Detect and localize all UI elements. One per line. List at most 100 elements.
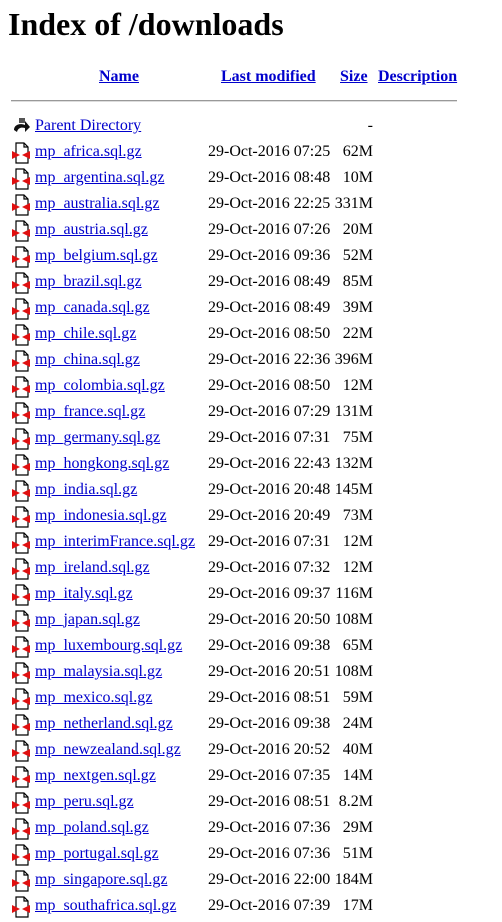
file-link[interactable]: mp_malaysia.sql.gz xyxy=(35,662,162,682)
file-link[interactable]: mp_colombia.sql.gz xyxy=(35,376,165,396)
file-date: 29-Oct-2016 07:32 xyxy=(208,559,331,576)
file-link[interactable]: mp_newzealand.sql.gz xyxy=(35,740,181,760)
file-link[interactable]: mp_argentina.sql.gz xyxy=(35,168,164,188)
file-link[interactable]: mp_singapore.sql.gz xyxy=(35,870,167,890)
parent-directory-link[interactable]: Parent Directory xyxy=(35,116,141,136)
file-date: 29-Oct-2016 20:51 xyxy=(208,663,331,680)
compressed-file-icon xyxy=(12,350,30,372)
file-link[interactable]: mp_brazil.sql.gz xyxy=(35,272,142,292)
file-link[interactable]: mp_china.sql.gz xyxy=(35,350,140,370)
file-link[interactable]: mp_italy.sql.gz xyxy=(35,584,133,604)
file-row: mp_argentina.sql.gz 29-Oct-2016 08:48 10M xyxy=(0,168,502,194)
file-size: 52M xyxy=(342,247,373,264)
file-date: 29-Oct-2016 07:36 xyxy=(208,845,331,862)
file-size: 184M xyxy=(334,871,373,888)
file-row: mp_luxembourg.sql.gz 29-Oct-2016 09:38 65M xyxy=(0,636,502,662)
file-link[interactable]: mp_interimFrance.sql.gz xyxy=(35,532,195,552)
file-date: 29-Oct-2016 07:25 xyxy=(208,143,331,160)
file-link[interactable]: mp_australia.sql.gz xyxy=(35,194,159,214)
file-link[interactable]: mp_canada.sql.gz xyxy=(35,298,150,318)
compressed-file-icon xyxy=(12,818,30,840)
compressed-file-icon xyxy=(12,558,30,580)
file-link[interactable]: mp_ireland.sql.gz xyxy=(35,558,150,578)
compressed-file-icon xyxy=(12,480,30,502)
compressed-file-icon xyxy=(12,298,30,320)
sort-by-description-link[interactable]: Description xyxy=(378,67,457,87)
file-link[interactable]: mp_hongkong.sql.gz xyxy=(35,454,169,474)
compressed-file-icon xyxy=(12,532,30,554)
file-date: 29-Oct-2016 07:26 xyxy=(208,221,331,238)
sort-by-size-link[interactable]: Size xyxy=(340,67,368,87)
compressed-file-icon xyxy=(12,168,30,190)
file-link[interactable]: mp_portugal.sql.gz xyxy=(35,844,159,864)
file-date: 29-Oct-2016 20:49 xyxy=(208,507,331,524)
file-row: mp_southafrica.sql.gz 29-Oct-2016 07:39 17… xyxy=(0,896,502,922)
file-size: 17M xyxy=(342,897,373,914)
file-size: 29M xyxy=(342,819,373,836)
file-link[interactable]: mp_chile.sql.gz xyxy=(35,324,136,344)
file-link[interactable]: mp_nextgen.sql.gz xyxy=(35,766,156,786)
file-link[interactable]: mp_japan.sql.gz xyxy=(35,610,140,630)
file-date: 29-Oct-2016 07:31 xyxy=(208,533,331,550)
file-link[interactable]: mp_austria.sql.gz xyxy=(35,220,148,240)
file-row: mp_ireland.sql.gz 29-Oct-2016 07:32 12M xyxy=(0,558,502,584)
file-date: 29-Oct-2016 08:51 xyxy=(208,689,331,706)
file-link[interactable]: mp_belgium.sql.gz xyxy=(35,246,158,266)
file-link[interactable]: mp_poland.sql.gz xyxy=(35,818,149,838)
file-link[interactable]: mp_indonesia.sql.gz xyxy=(35,506,167,526)
file-row: mp_netherland.sql.gz 29-Oct-2016 09:38 24M xyxy=(0,714,502,740)
compressed-file-icon xyxy=(12,142,30,164)
file-link[interactable]: mp_france.sql.gz xyxy=(35,402,145,422)
file-row: mp_newzealand.sql.gz 29-Oct-2016 20:52 40M xyxy=(0,740,502,766)
file-link[interactable]: mp_netherland.sql.gz xyxy=(35,714,173,734)
file-link[interactable]: mp_germany.sql.gz xyxy=(35,428,160,448)
compressed-file-icon xyxy=(12,844,30,866)
file-row: mp_interimFrance.sql.gz 29-Oct-2016 07:31… xyxy=(0,532,502,558)
compressed-file-icon xyxy=(12,272,30,294)
file-row: mp_germany.sql.gz 29-Oct-2016 07:31 75M xyxy=(0,428,502,454)
file-link[interactable]: mp_africa.sql.gz xyxy=(35,142,142,162)
file-date: 29-Oct-2016 09:38 xyxy=(208,715,331,732)
file-row: mp_malaysia.sql.gz 29-Oct-2016 20:51 108M xyxy=(0,662,502,688)
file-size: 12M xyxy=(342,533,373,550)
compressed-file-icon xyxy=(12,688,30,710)
file-date: 29-Oct-2016 09:36 xyxy=(208,247,331,264)
file-size: 131M xyxy=(334,403,373,420)
file-date: 29-Oct-2016 07:39 xyxy=(208,897,331,914)
sort-by-name-link[interactable]: Name xyxy=(99,67,139,87)
file-date: 29-Oct-2016 22:36 xyxy=(208,351,331,368)
file-link[interactable]: mp_southafrica.sql.gz xyxy=(35,896,176,916)
file-date: 29-Oct-2016 22:25 xyxy=(208,195,331,212)
file-size: 12M xyxy=(342,559,373,576)
compressed-file-icon xyxy=(12,324,30,346)
parent-size: - xyxy=(367,117,373,134)
compressed-file-icon xyxy=(12,792,30,814)
file-row: mp_chile.sql.gz 29-Oct-2016 08:50 22M xyxy=(0,324,502,350)
file-link[interactable]: mp_mexico.sql.gz xyxy=(35,688,152,708)
file-size: 65M xyxy=(342,637,373,654)
file-row: mp_hongkong.sql.gz 29-Oct-2016 22:43 132M xyxy=(0,454,502,480)
compressed-file-icon xyxy=(12,714,30,736)
file-size: 24M xyxy=(342,715,373,732)
file-size: 75M xyxy=(342,429,373,446)
file-link[interactable]: mp_luxembourg.sql.gz xyxy=(35,636,182,656)
file-row: mp_india.sql.gz 29-Oct-2016 20:48 145M xyxy=(0,480,502,506)
file-link[interactable]: mp_india.sql.gz xyxy=(35,480,137,500)
file-row: mp_belgium.sql.gz 29-Oct-2016 09:36 52M xyxy=(0,246,502,272)
file-link[interactable]: mp_peru.sql.gz xyxy=(35,792,134,812)
file-date: 29-Oct-2016 09:38 xyxy=(208,637,331,654)
file-date: 29-Oct-2016 09:37 xyxy=(208,585,331,602)
file-date: 29-Oct-2016 07:35 xyxy=(208,767,331,784)
header-divider xyxy=(11,100,457,102)
file-size: 108M xyxy=(334,663,373,680)
file-size: 396M xyxy=(334,351,373,368)
compressed-file-icon xyxy=(12,636,30,658)
file-size: 132M xyxy=(334,455,373,472)
file-size: 108M xyxy=(334,611,373,628)
compressed-file-icon xyxy=(12,740,30,762)
sort-by-last-modified-link[interactable]: Last modified xyxy=(221,67,316,87)
compressed-file-icon xyxy=(12,610,30,632)
file-size: 116M xyxy=(335,585,373,602)
file-row: mp_peru.sql.gz 29-Oct-2016 08:51 8.2M xyxy=(0,792,502,818)
file-size: 62M xyxy=(342,143,373,160)
